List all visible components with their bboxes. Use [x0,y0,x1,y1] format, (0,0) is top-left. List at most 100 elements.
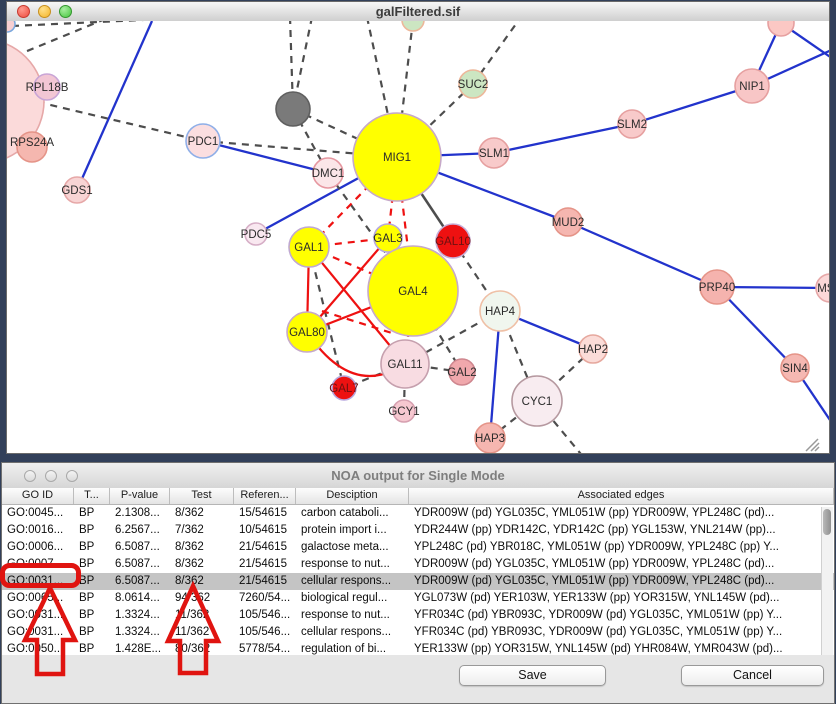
graph-edge [77,21,152,190]
table-cell: 8/362 [170,539,234,556]
table-cell: biological regul... [296,590,409,607]
table-cell: 6.5087... [110,556,170,573]
table-cell: YDR009W (pd) YGL035C, YML051W (pp) YDR00… [409,505,834,522]
table-cell: cellular respons... [296,624,409,641]
graph-node-label: PDC1 [188,136,219,148]
table-cell: 6.5087... [110,573,170,590]
table-cell: 21/54615 [234,573,296,590]
table-cell: response to nut... [296,607,409,624]
table-cell: 2.1308... [110,505,170,522]
noa-output-window: NOA output for Single Mode GO IDT...P-va… [1,462,835,704]
column-header-go-id[interactable]: GO ID [2,488,74,504]
table-body: GO:0045...BP2.1308...8/36215/54615carbon… [2,505,834,658]
graph-node-label: RPL18B [26,82,69,94]
graph-node-label: GAL1 [294,242,323,254]
table-cell: response to nut... [296,556,409,573]
window-title: NOA output for Single Mode [2,468,834,483]
column-header-associated-edges[interactable]: Associated edges [409,488,834,504]
table-cell: 105/546... [234,624,296,641]
table-cell: galactose meta... [296,539,409,556]
table-row[interactable]: GO:0016...BP6.2567...7/36210/54615protei… [2,522,834,539]
column-header-referen-[interactable]: Referen... [234,488,296,504]
graph-node-label: PDC5 [241,229,272,241]
results-table: GO IDT...P-valueTestReferen...Desciption… [2,488,834,658]
table-cell: GO:0031... [2,624,74,641]
graph-node-corner[interactable] [7,21,15,32]
graph-node-topgreen[interactable] [402,21,424,31]
table-cell: GO:0031... [2,607,74,624]
graph-node-label: SLM2 [617,119,647,131]
table-cell: 10/54615 [234,522,296,539]
table-cell: 8/362 [170,505,234,522]
table-row[interactable]: GO:0031...BP1.3324...11/362105/546...cel… [2,624,834,641]
graph-node-label: SIN4 [782,363,808,375]
graph-node-label: GDS1 [61,185,92,197]
graph-edge [568,222,717,287]
table-row[interactable]: GO:0031...BP1.3324...11/362105/546...res… [2,607,834,624]
table-cell: 6.2567... [110,522,170,539]
table-cell: 21/54615 [234,539,296,556]
graph-node-gray[interactable] [276,92,310,126]
table-cell: 94/362 [170,590,234,607]
table-row[interactable]: GO:0031...BP6.5087...8/36221/54615cellul… [2,573,834,590]
table-row[interactable]: GO:0007...BP6.5087...8/36221/54615respon… [2,556,834,573]
graph-node-label: MUD2 [552,217,585,229]
table-cell: BP [74,607,110,624]
table-cell: 1.3324... [110,624,170,641]
graph-node-label: GAL3 [373,233,402,245]
column-header-desciption[interactable]: Desciption [296,488,409,504]
column-header-test[interactable]: Test [170,488,234,504]
network-canvas[interactable]: RPL18BRPS24AGDS1PDC1DMC1MIG1SUC2SLM1NIP1… [7,21,829,453]
graph-node-label: GAL7 [329,383,358,395]
column-header-t-[interactable]: T... [74,488,110,504]
table-row[interactable]: GO:0045...BP2.1308...8/36215/54615carbon… [2,505,834,522]
vertical-scrollbar[interactable] [821,507,833,655]
graph-node-label: GAL4 [398,286,428,298]
table-cell: GO:0031... [2,573,74,590]
table-cell: BP [74,573,110,590]
graph-node-label: RPS24A [10,137,54,149]
column-header-p-value[interactable]: P-value [110,488,170,504]
graph-node-label: MSN [817,283,829,295]
window-title: galFiltered.sif [7,4,829,19]
dialog-footer: Save Cancel [2,655,834,703]
table-cell: BP [74,590,110,607]
noa-window-titlebar[interactable]: NOA output for Single Mode [2,463,834,489]
table-row[interactable]: GO:0065...BP8.0614...94/3627260/54...bio… [2,590,834,607]
graph-edge [494,124,632,153]
table-cell: 8/362 [170,556,234,573]
graph-edge [632,86,752,124]
graph-node-label: GAL11 [388,359,423,371]
graph-node-label: GAL2 [447,367,476,379]
table-cell: 15/54615 [234,505,296,522]
table-cell: cellular respons... [296,573,409,590]
table-cell: 6.5087... [110,539,170,556]
scrollbar-thumb[interactable] [823,509,831,535]
graph-node-label: HAP3 [475,433,505,445]
network-window-titlebar[interactable]: galFiltered.sif [7,2,829,22]
graph-node-label: HAP4 [485,306,516,318]
desktop: { "top_window": { "title": "galFiltered.… [0,0,836,704]
graph-node-label: CYC1 [522,396,553,408]
graph-node-label: SUC2 [458,79,489,91]
table-cell: GO:0016... [2,522,74,539]
cancel-button[interactable]: Cancel [681,665,824,686]
table-row[interactable]: GO:0006...BP6.5087...8/36221/54615galact… [2,539,834,556]
graph-node-toppink[interactable] [768,21,794,36]
table-cell: GO:0065... [2,590,74,607]
graph-edge [12,21,207,26]
table-cell: YGL073W (pd) YER103W, YER133W (pp) YOR31… [409,590,834,607]
resize-grip[interactable] [815,447,819,451]
graph-node-label: GCY1 [388,406,419,418]
table-cell: BP [74,505,110,522]
graph-node-label: GAL80 [289,327,325,339]
table-cell: YDR009W (pd) YGL035C, YML051W (pp) YDR00… [409,573,834,590]
graph-node-label: SLM1 [479,148,509,160]
table-cell: BP [74,556,110,573]
table-cell: BP [74,539,110,556]
graph-node-label: DMC1 [312,168,345,180]
table-cell: 11/362 [170,624,234,641]
table-cell: YPL248C (pd) YBR018C, YML051W (pp) YDR00… [409,539,834,556]
save-button[interactable]: Save [459,665,606,686]
table-cell: 7260/54... [234,590,296,607]
